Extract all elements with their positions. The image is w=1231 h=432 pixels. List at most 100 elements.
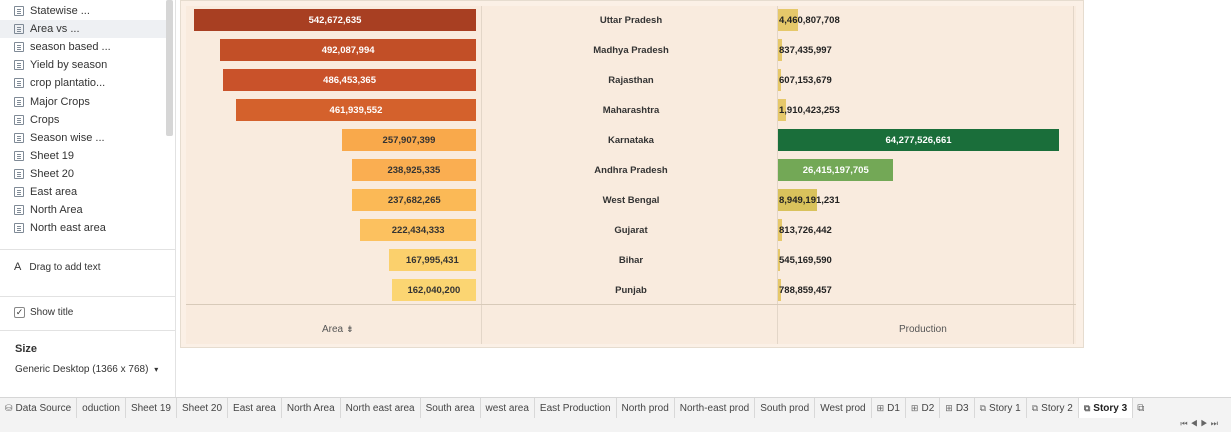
- sheet-tab[interactable]: ⧉ Story 3: [1078, 398, 1134, 418]
- sheet-tab[interactable]: ⊞ D2: [906, 398, 941, 418]
- production-axis-title[interactable]: Production: [899, 324, 947, 335]
- sheet-tab[interactable]: oduction: [77, 398, 126, 418]
- sheet-item[interactable]: Yield by season: [0, 56, 166, 74]
- area-value-label: 492,087,994: [321, 44, 375, 56]
- sheet-tab[interactable]: West prod: [815, 398, 872, 418]
- area-value-label: 167,995,431: [405, 254, 459, 266]
- sheet-tab[interactable]: ⛁ Data Source: [0, 398, 78, 418]
- sheet-item[interactable]: North Area: [0, 201, 166, 219]
- sheet-item[interactable]: Area vs ...: [0, 20, 166, 39]
- sheet-tab[interactable]: ⊞ D3: [940, 398, 975, 418]
- sheet-item[interactable]: Statewise ...: [0, 2, 166, 20]
- worksheet-icon: [14, 223, 24, 234]
- sheet-tab[interactable]: North-east prod: [675, 398, 756, 418]
- status-bar: ⏮◀▶⏭: [0, 418, 1231, 432]
- chevron-down-icon: ▾: [154, 365, 159, 374]
- sheets-scrollbar[interactable]: [166, 0, 173, 136]
- sheet-tab-label: West prod: [820, 402, 866, 414]
- worksheet-icon: [14, 114, 24, 125]
- state-label: Madhya Pradesh: [593, 45, 669, 56]
- sheet-item-label: North east area: [30, 222, 106, 235]
- sheet-tab-label: South prod: [760, 402, 810, 414]
- production-value-label: 8,949,191,231: [779, 195, 840, 206]
- area-bar[interactable]: 162,040,200: [391, 279, 476, 301]
- show-title-toggle[interactable]: ✓ Show title: [14, 307, 73, 318]
- sheet-tab[interactable]: East area: [228, 398, 282, 418]
- production-value-label: 788,859,457: [779, 285, 832, 296]
- area-bar[interactable]: 492,087,994: [220, 39, 476, 61]
- dashboard-sheet-icon: [14, 6, 24, 17]
- state-label: Rajasthan: [608, 75, 654, 86]
- drag-text-object[interactable]: A Drag to add text: [14, 261, 101, 273]
- tab-navigation-arrows[interactable]: ⏮◀▶⏭: [1180, 419, 1221, 429]
- sheet-tab[interactable]: North east area: [341, 398, 421, 418]
- sheet-tab-label: Sheet 19: [130, 402, 171, 414]
- sheet-item[interactable]: season based ...: [0, 38, 166, 56]
- sheet-item[interactable]: crop plantatio...: [0, 74, 166, 92]
- area-value-label: 162,040,200: [407, 284, 461, 296]
- area-vs-production-chart[interactable]: Area ⇟ Production 542,672,635 Uttar Prades…: [180, 0, 1084, 348]
- sheet-item[interactable]: Sheet 19: [0, 147, 166, 165]
- dashboard-canvas: Area ⇟ Production 542,672,635 Uttar Prades…: [176, 0, 1231, 397]
- area-bar[interactable]: 167,995,431: [388, 249, 476, 271]
- area-axis-title[interactable]: Area ⇟: [322, 324, 354, 335]
- story-tab-icon: ⧉: [979, 402, 987, 413]
- checkbox-checked-icon[interactable]: ✓: [14, 307, 25, 318]
- state-label: Karnataka: [608, 135, 654, 146]
- worksheet-icon: [14, 132, 24, 143]
- sheet-tab[interactable]: South area: [421, 398, 481, 418]
- area-bar[interactable]: 238,925,335: [351, 159, 476, 181]
- state-label: Andhra Pradesh: [594, 165, 668, 176]
- sheet-tab[interactable]: North prod: [617, 398, 675, 418]
- column-divider: [1073, 6, 1074, 344]
- state-label: Uttar Pradesh: [599, 15, 663, 26]
- sheet-tab[interactable]: ⧉ Story 1: [975, 398, 1027, 418]
- sheet-item[interactable]: East area: [0, 183, 166, 201]
- sheet-tabs-bar: ⛁ Data Source oduction Sheet 19 Sheet 20 East…: [0, 397, 1231, 418]
- sheet-tab[interactable]: South prod: [755, 398, 816, 418]
- sheet-item-label: Crops: [30, 113, 60, 126]
- area-bar[interactable]: 461,939,552: [235, 99, 476, 121]
- production-value-label: 4,460,807,708: [779, 15, 840, 26]
- sheet-item[interactable]: Major Crops: [0, 92, 166, 110]
- new-story-icon[interactable]: ⧉: [1133, 398, 1148, 418]
- text-object-icon: A: [14, 261, 22, 273]
- production-value-label: 26,415,197,705: [802, 165, 869, 176]
- drag-text-label: Drag to add text: [29, 261, 101, 273]
- size-heading: Size: [15, 343, 38, 355]
- size-value: Generic Desktop (1366 x 768): [15, 364, 149, 375]
- sheet-tab[interactable]: ⧉ Story 2: [1027, 398, 1079, 418]
- worksheet-icon: [14, 60, 24, 71]
- state-label: Gujarat: [614, 225, 648, 236]
- sheet-tab-label: East area: [233, 402, 276, 414]
- sheet-tab[interactable]: North Area: [282, 398, 341, 418]
- area-value-label: 461,939,552: [329, 104, 383, 116]
- sheet-item[interactable]: North east area: [0, 219, 166, 237]
- area-bar[interactable]: 237,682,265: [352, 189, 476, 211]
- sheet-tab[interactable]: East Production: [535, 398, 617, 418]
- area-bar[interactable]: 257,907,399: [341, 129, 476, 151]
- area-value-label: 237,682,265: [387, 194, 441, 206]
- production-value-label: 1,910,423,253: [779, 105, 840, 116]
- sheet-item[interactable]: Season wise ...: [0, 129, 166, 147]
- sheet-tab[interactable]: ⊞ D1: [872, 398, 906, 418]
- area-bar[interactable]: 486,453,365: [223, 69, 476, 91]
- sheet-tab[interactable]: west area: [481, 398, 535, 418]
- divider: [0, 249, 176, 250]
- story-tab-icon: ⧉: [1031, 402, 1039, 413]
- sheet-tab[interactable]: Sheet 19: [126, 398, 177, 418]
- sheet-item[interactable]: Sheet 20: [0, 165, 166, 183]
- area-bar[interactable]: 542,672,635: [194, 9, 476, 31]
- sort-icon[interactable]: ⇟: [346, 324, 354, 334]
- divider: [0, 330, 176, 331]
- size-dropdown[interactable]: Generic Desktop (1366 x 768) ▾: [15, 364, 158, 375]
- sheet-tab[interactable]: Sheet 20: [177, 398, 229, 418]
- state-label: Bihar: [618, 255, 644, 266]
- worksheet-icon: [14, 42, 24, 53]
- area-bar[interactable]: 222,434,333: [360, 219, 476, 241]
- sheet-item[interactable]: Crops: [0, 111, 166, 129]
- production-axis-label: Production: [899, 324, 947, 335]
- sheet-item-label: crop plantatio...: [30, 77, 106, 90]
- sheet-tab-label: D2: [921, 402, 935, 414]
- sheet-item-label: season based ...: [30, 41, 111, 54]
